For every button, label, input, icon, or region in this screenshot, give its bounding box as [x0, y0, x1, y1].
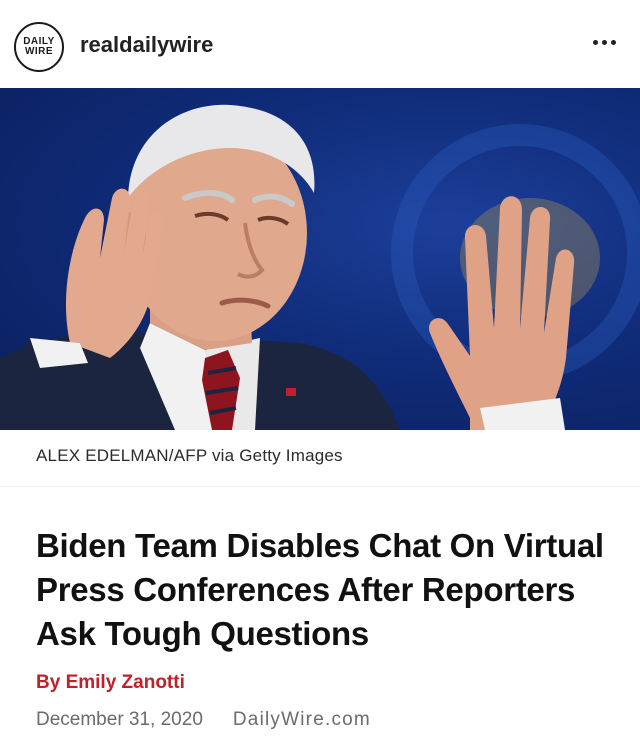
article-headline[interactable]: Biden Team Disables Chat On Virtual Pres… — [36, 524, 616, 656]
article-site[interactable]: DailyWire.com — [233, 709, 371, 731]
avatar[interactable]: DAILY WIRE — [14, 22, 64, 72]
avatar-text-bottom: WIRE — [24, 46, 54, 57]
more-horizontal-icon — [610, 39, 616, 45]
more-options-button[interactable] — [588, 30, 620, 54]
username[interactable]: realdailywire — [80, 32, 213, 58]
more-horizontal-icon — [601, 39, 607, 45]
article-byline[interactable]: By Emily Zanotti — [36, 672, 185, 694]
post-header: DAILY WIRE realdailywire — [0, 0, 640, 88]
article-date: December 31, 2020 — [36, 709, 203, 730]
divider — [0, 486, 640, 487]
post-photo[interactable] — [0, 88, 640, 430]
article-meta: December 31, 2020 DailyWire.com — [36, 709, 371, 731]
photo-illustration — [0, 104, 640, 430]
lapel-pin — [286, 388, 296, 396]
more-horizontal-icon — [592, 39, 598, 45]
photo-credit: ALEX EDELMAN/AFP via Getty Images — [36, 446, 343, 465]
